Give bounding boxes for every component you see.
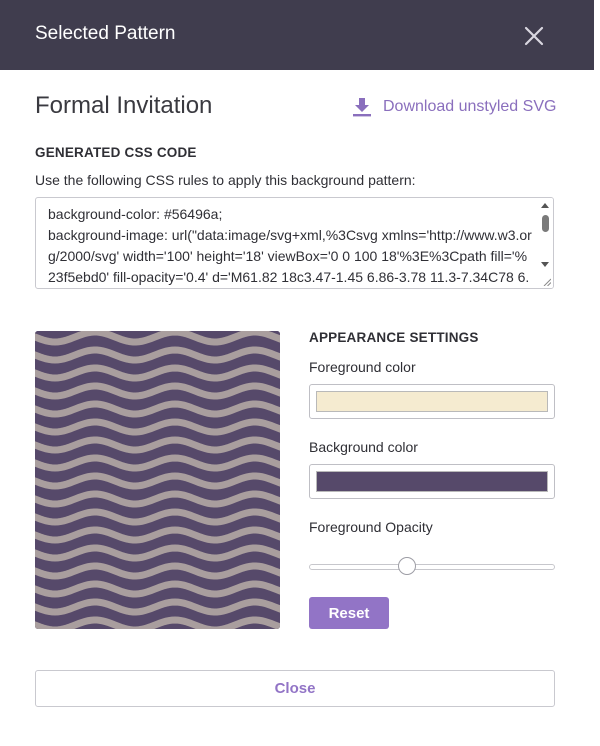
background-color-input[interactable] (309, 464, 555, 499)
code-scrollbar[interactable] (537, 198, 553, 288)
pattern-preview (35, 331, 280, 629)
foreground-color-swatch (316, 391, 548, 412)
download-svg-link[interactable]: Download unstyled SVG (352, 97, 556, 117)
css-code-line: background-color: #56496a; (48, 206, 223, 222)
download-label: Download unstyled SVG (383, 98, 557, 115)
opacity-slider-thumb[interactable] (398, 557, 417, 575)
pattern-name: Formal Invitation (35, 92, 213, 119)
background-color-swatch (316, 471, 548, 492)
modal-title: Selected Pattern (35, 23, 176, 44)
foreground-color-input[interactable] (309, 384, 555, 419)
css-description: Use the following CSS rules to apply thi… (35, 172, 416, 188)
reset-button[interactable]: Reset (309, 597, 389, 629)
modal-header: Selected Pattern (0, 0, 594, 70)
scroll-thumb[interactable] (542, 215, 549, 232)
resize-grip-icon[interactable] (543, 278, 551, 286)
scroll-down-arrow-icon[interactable] (541, 262, 549, 267)
opacity-slider-track[interactable] (309, 564, 555, 570)
foreground-color-label: Foreground color (309, 359, 416, 375)
scroll-up-arrow-icon[interactable] (541, 203, 549, 208)
css-code-line: background-image: url("data:image/svg+xm… (48, 227, 532, 285)
css-code-text: background-color: #56496a; background-im… (48, 204, 534, 288)
css-section-heading: GENERATED CSS CODE (35, 145, 197, 160)
close-icon[interactable] (522, 24, 546, 48)
opacity-label: Foreground Opacity (309, 519, 433, 535)
background-color-label: Background color (309, 439, 418, 455)
css-code-textarea[interactable]: background-color: #56496a; background-im… (35, 197, 554, 289)
download-icon (353, 98, 371, 117)
appearance-heading: APPEARANCE SETTINGS (309, 330, 479, 345)
close-button[interactable]: Close (35, 670, 555, 707)
wave-pattern (35, 331, 280, 629)
